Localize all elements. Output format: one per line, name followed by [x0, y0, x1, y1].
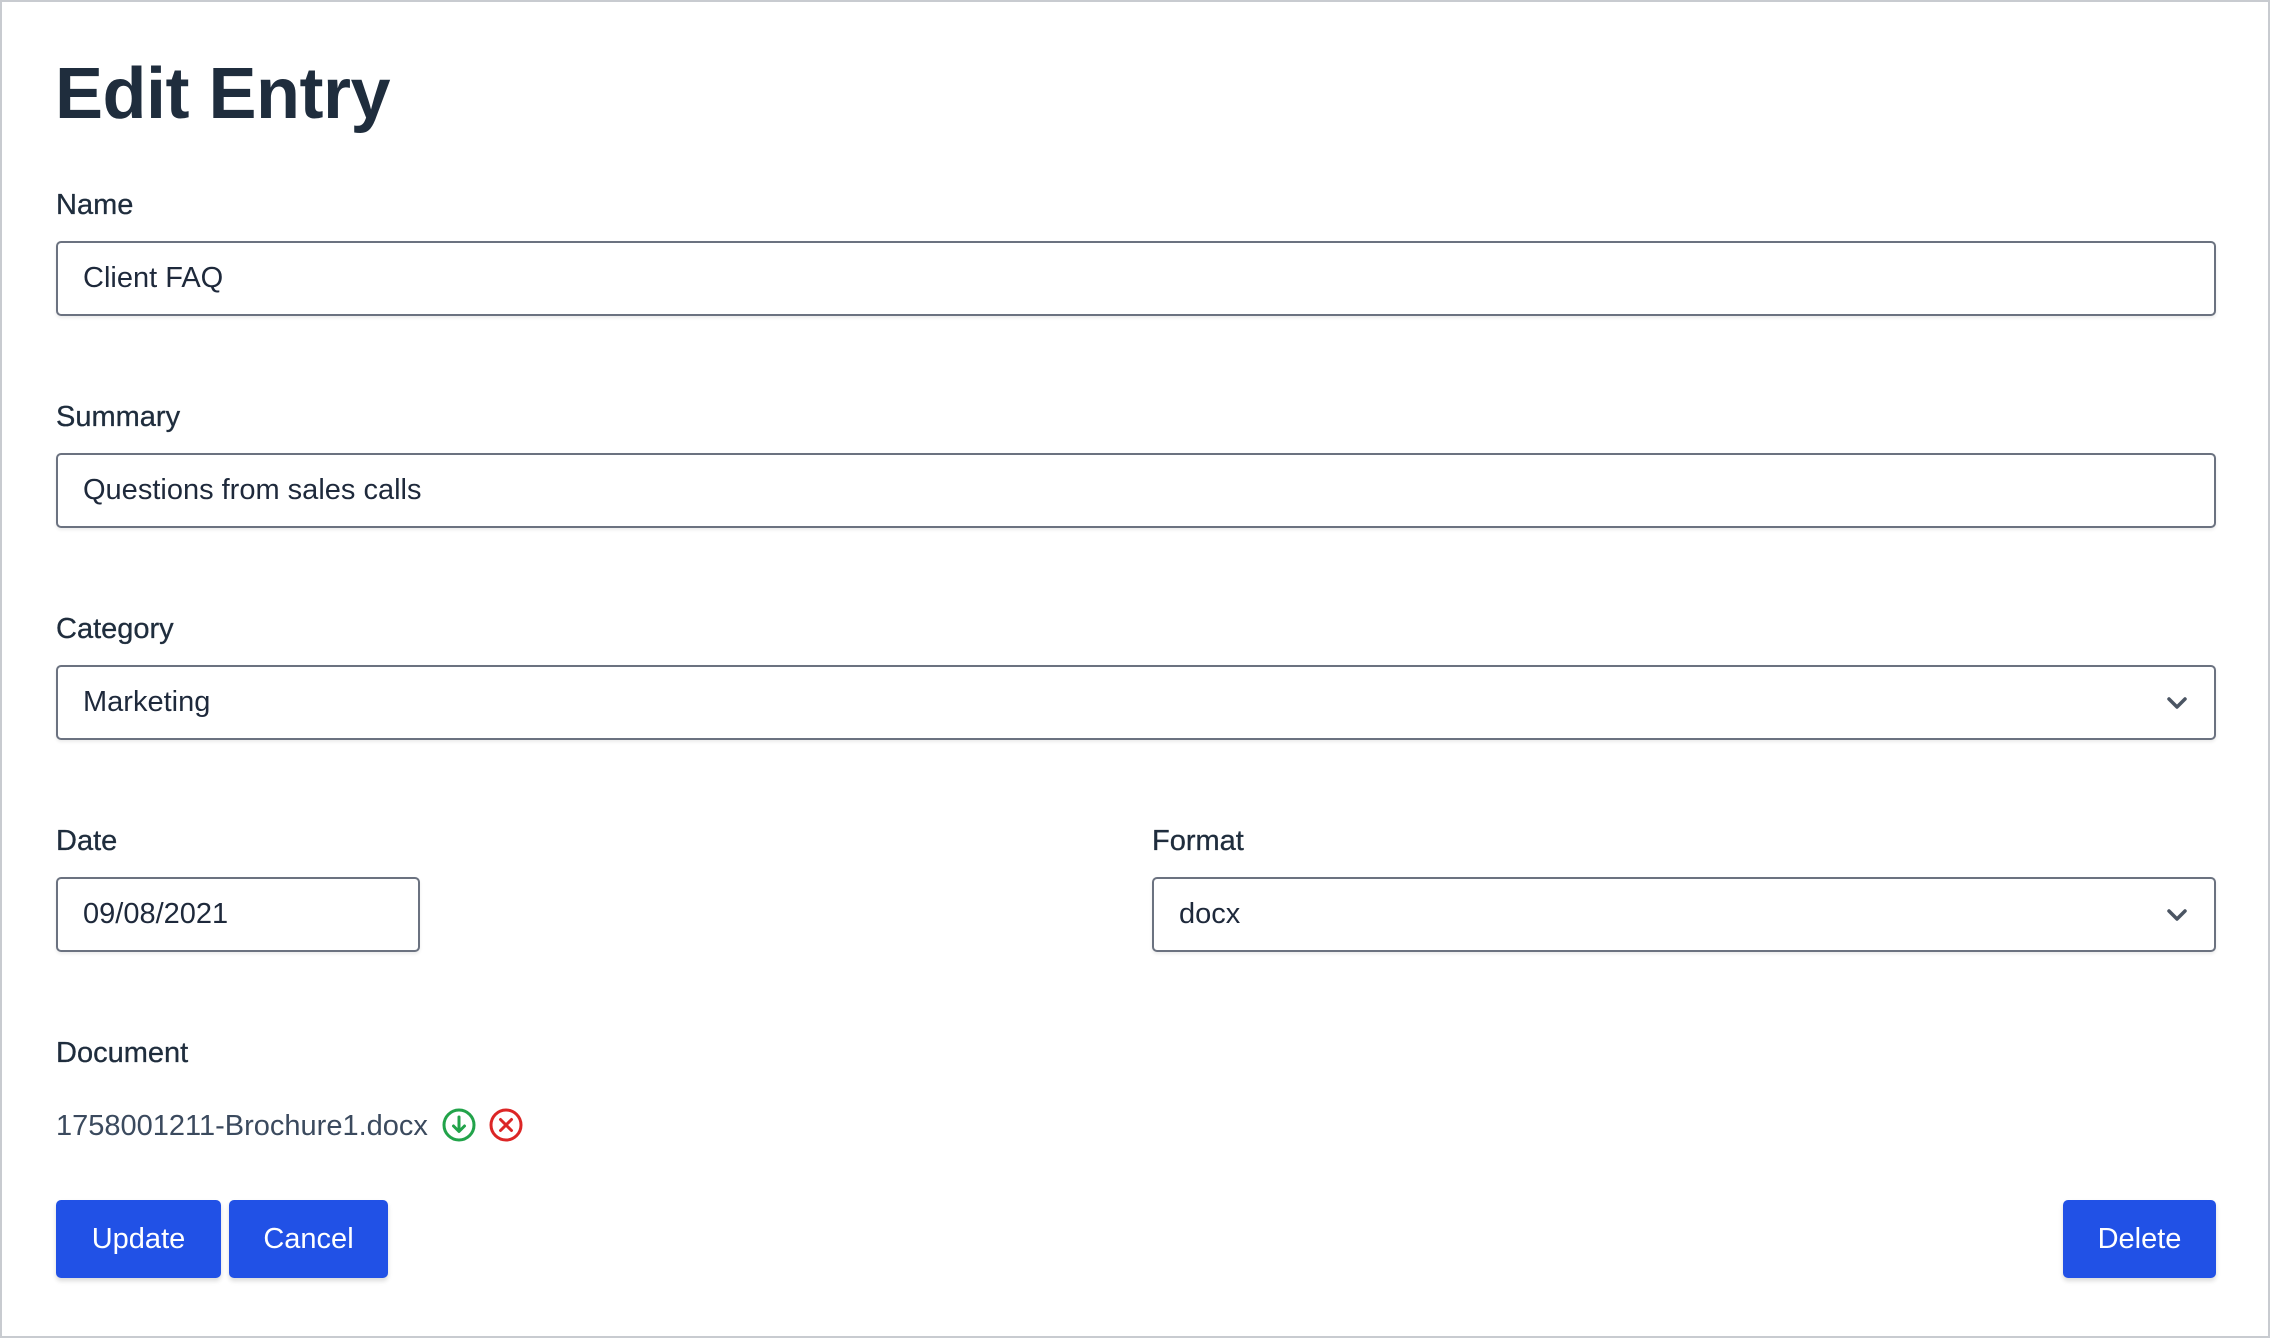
summary-input[interactable]: Questions from sales calls — [56, 453, 2216, 528]
page-title: Edit Entry — [55, 54, 391, 134]
format-select-value: docx — [1179, 898, 1241, 930]
summary-input-value: Questions from sales calls — [83, 474, 422, 506]
remove-circle-icon[interactable] — [488, 1107, 524, 1143]
chevron-down-icon — [2167, 697, 2187, 709]
name-input[interactable]: Client FAQ — [56, 241, 2216, 316]
name-label: Name — [56, 189, 134, 221]
document-filename-link[interactable]: 1758001211-Brochure1.docx — [56, 1106, 428, 1146]
download-circle-icon[interactable] — [441, 1107, 477, 1143]
name-input-value: Client FAQ — [83, 262, 224, 294]
date-input[interactable]: 09/08/2021 — [56, 877, 420, 952]
edit-entry-page: Edit Entry Name Client FAQ Summary Quest… — [0, 0, 2270, 1338]
category-select[interactable]: Marketing — [56, 665, 2216, 740]
date-input-value: 09/08/2021 — [83, 898, 229, 930]
summary-label: Summary — [56, 401, 181, 433]
category-select-value: Marketing — [83, 686, 211, 718]
delete-button[interactable]: Delete — [2063, 1200, 2216, 1278]
chevron-down-icon — [2167, 909, 2187, 921]
cancel-button[interactable]: Cancel — [229, 1200, 388, 1278]
update-button[interactable]: Update — [56, 1200, 221, 1278]
format-select[interactable]: docx — [1152, 877, 2216, 952]
date-label: Date — [56, 825, 118, 857]
category-label: Category — [56, 613, 174, 645]
format-label: Format — [1152, 825, 1244, 857]
document-label: Document — [56, 1037, 189, 1069]
